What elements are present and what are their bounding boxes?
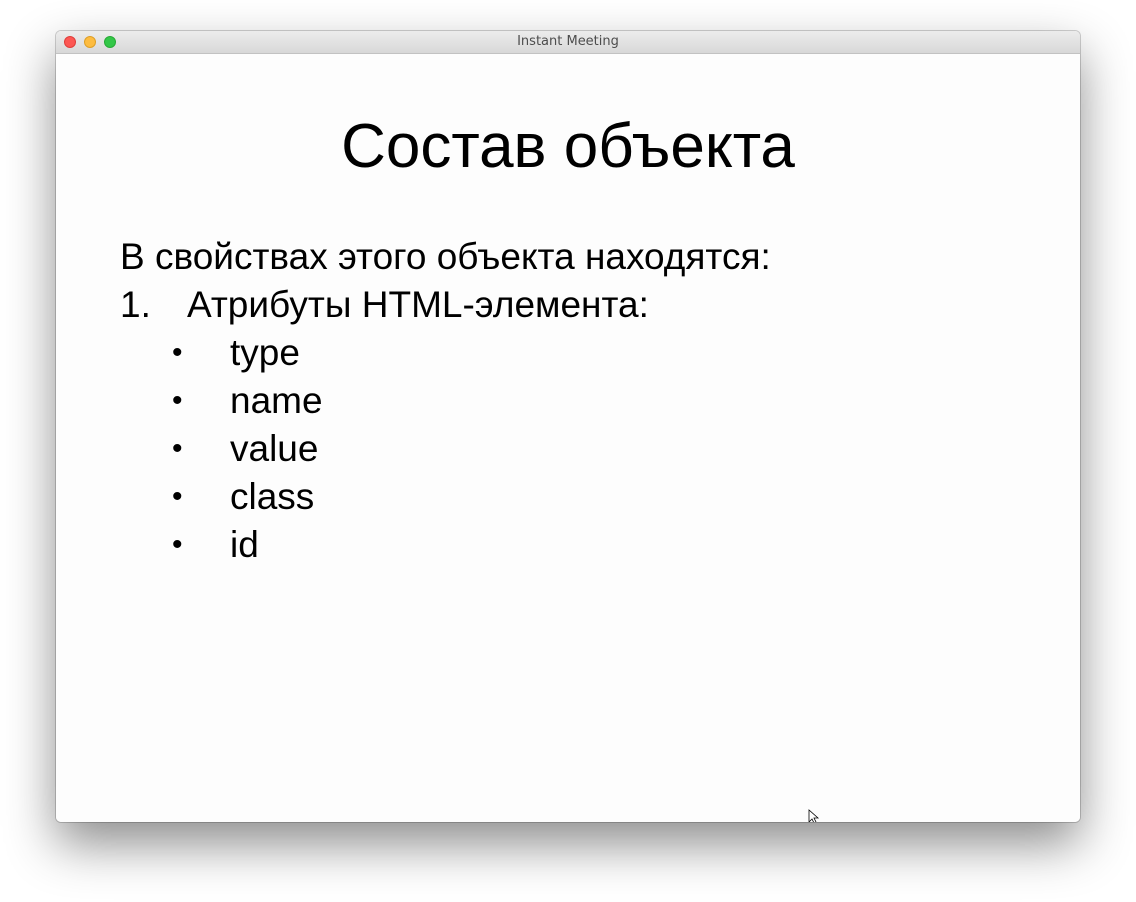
bullet-text: class	[230, 476, 315, 517]
bullet-icon: •	[172, 528, 183, 561]
bullet-text: id	[230, 524, 259, 565]
bullet-text: value	[230, 428, 319, 469]
bullet-item: • id	[172, 526, 323, 574]
bullet-item: • class	[172, 478, 323, 526]
bullet-item: • name	[172, 382, 323, 430]
window-title: Instant Meeting	[517, 34, 619, 49]
list-number: 1.	[120, 284, 151, 325]
title-bar[interactable]: Instant Meeting	[56, 31, 1080, 54]
bullet-icon: •	[172, 480, 183, 513]
bullet-text: name	[230, 380, 323, 421]
bullet-item: • type	[172, 334, 323, 382]
app-window: Instant Meeting Состав объекта В свойств…	[56, 31, 1080, 822]
bullet-list: • type • name • value • class • id	[172, 334, 323, 574]
numbered-list-item: 1. Атрибуты HTML-элемента:	[120, 286, 649, 323]
slide-title: Состав объекта	[341, 112, 795, 181]
bullet-icon: •	[172, 336, 183, 369]
bullet-icon: •	[172, 384, 183, 417]
list-item-text: Атрибуты HTML-элемента:	[187, 284, 649, 325]
bullet-item: • value	[172, 430, 323, 478]
bullet-text: type	[230, 332, 300, 373]
slide-intro-text: В свойствах этого объекта находятся:	[120, 236, 771, 277]
presentation-slide: Состав объекта В свойствах этого объекта…	[56, 54, 1080, 822]
mouse-pointer-icon	[808, 809, 820, 822]
bullet-icon: •	[172, 432, 183, 465]
